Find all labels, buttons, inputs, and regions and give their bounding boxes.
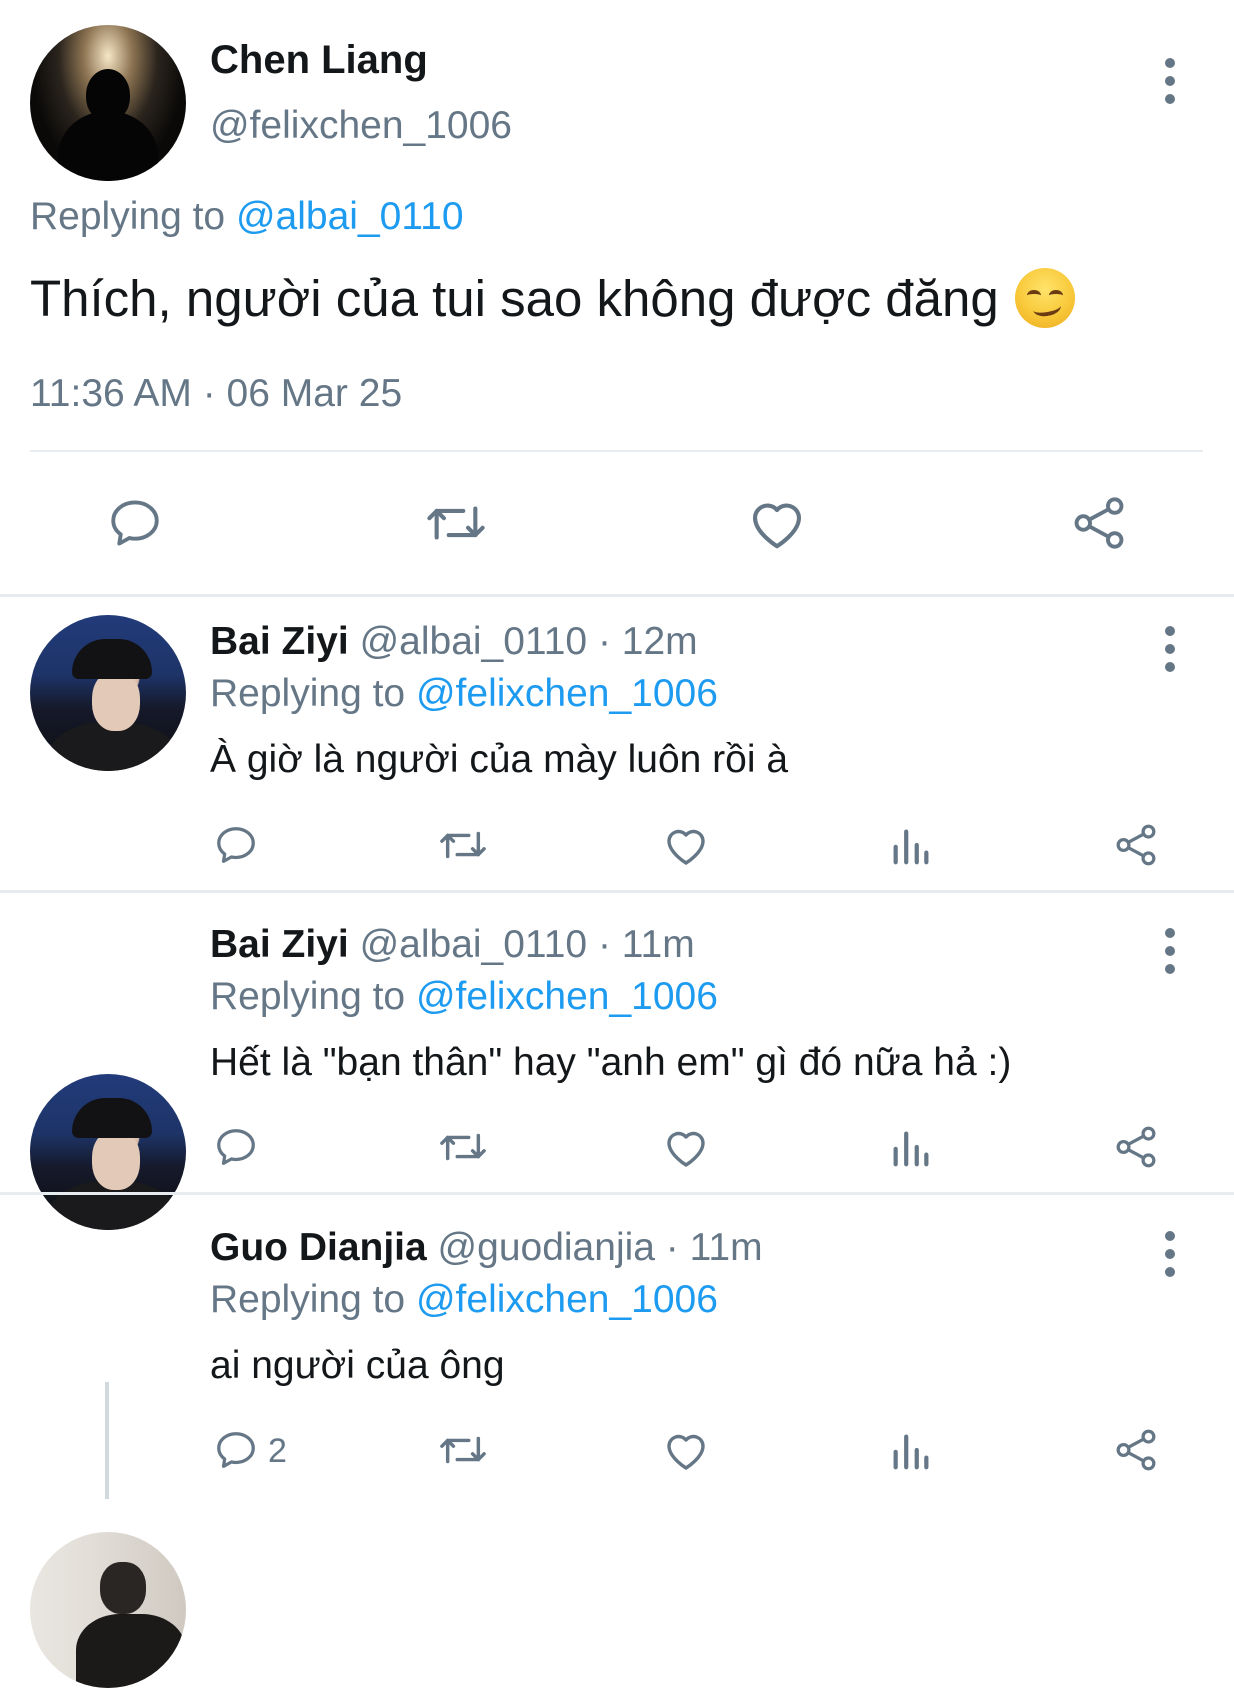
author-name[interactable]: Chen Liang xyxy=(210,38,428,83)
replying-to-mention[interactable]: @felixchen_1006 xyxy=(416,975,718,1018)
share-icon[interactable] xyxy=(1112,1427,1160,1473)
analytics-icon[interactable] xyxy=(888,1427,934,1473)
tweet-timestamp: 11:36 AM · 06 Mar 25 xyxy=(30,372,403,415)
reply-text: ai người của ông xyxy=(210,1344,505,1387)
like-heart-icon[interactable] xyxy=(662,822,710,868)
reply-header: Guo Dianjia @guodianjia · 11m xyxy=(210,1226,763,1270)
reply-author-name[interactable]: Bai Ziyi xyxy=(210,923,349,966)
reply-icon[interactable] xyxy=(213,1427,259,1473)
separator xyxy=(0,1192,1234,1195)
replying-to-line: Replying to @felixchen_1006 xyxy=(210,1278,718,1322)
retweet-icon[interactable] xyxy=(422,494,490,552)
share-icon[interactable] xyxy=(1112,822,1160,868)
separator xyxy=(0,890,1234,893)
reply-text: Hết là "bạn thân" hay "anh em" gì đó nữa… xyxy=(210,1041,1012,1084)
more-options-icon[interactable] xyxy=(1164,1231,1176,1277)
like-heart-icon[interactable] xyxy=(662,1124,710,1170)
thread-connector-line xyxy=(105,1382,109,1499)
more-options-icon[interactable] xyxy=(1164,58,1176,104)
analytics-icon[interactable] xyxy=(888,822,934,868)
divider xyxy=(30,450,1203,452)
replying-to-label: Replying to xyxy=(210,975,406,1018)
replying-to-label: Replying to xyxy=(210,672,406,715)
avatar-silhouette-body xyxy=(58,111,158,181)
reply-icon[interactable] xyxy=(106,494,164,552)
reply-icon[interactable] xyxy=(213,822,259,868)
reply-author-name[interactable]: Bai Ziyi xyxy=(210,620,349,663)
reply-avatar[interactable] xyxy=(30,615,186,771)
tweet-text-content: Thích, người của tui sao không được đăng xyxy=(30,269,999,327)
reply-handle-time: @albai_0110 · 12m xyxy=(359,620,698,663)
separator xyxy=(0,594,1234,597)
replying-to-label: Replying to xyxy=(30,195,226,238)
replying-to-mention[interactable]: @felixchen_1006 xyxy=(416,1278,718,1321)
tweet-text: Thích, người của tui sao không được đăng xyxy=(30,268,1075,328)
reply-avatar[interactable] xyxy=(30,1074,186,1230)
replying-to-label: Replying to xyxy=(210,1278,406,1321)
reply-count: 2 xyxy=(268,1432,287,1470)
analytics-icon[interactable] xyxy=(888,1124,934,1170)
reply-text: À giờ là người của mày luôn rồi à xyxy=(210,738,789,781)
reply-header: Bai Ziyi @albai_0110 · 11m xyxy=(210,923,695,967)
replying-to-line: Replying to @felixchen_1006 xyxy=(210,672,718,716)
more-options-icon[interactable] xyxy=(1164,928,1176,974)
reply-handle-time: @guodianjia · 11m xyxy=(437,1226,763,1269)
replying-to-line: Replying to @albai_0110 xyxy=(30,195,464,239)
replying-to-mention[interactable]: @albai_0110 xyxy=(236,195,464,238)
share-icon[interactable] xyxy=(1112,1124,1160,1170)
replying-to-mention[interactable]: @felixchen_1006 xyxy=(416,672,718,715)
like-heart-icon[interactable] xyxy=(746,494,808,552)
reply-handle-time: @albai_0110 · 11m xyxy=(359,923,695,966)
like-heart-icon[interactable] xyxy=(662,1427,710,1473)
retweet-icon[interactable] xyxy=(436,822,490,868)
reply-header: Bai Ziyi @albai_0110 · 12m xyxy=(210,620,698,664)
share-icon[interactable] xyxy=(1068,494,1130,552)
reply-author-name[interactable]: Guo Dianjia xyxy=(210,1226,427,1269)
smirking-face-emoji-icon xyxy=(1014,268,1075,328)
author-handle[interactable]: @felixchen_1006 xyxy=(210,104,512,148)
reply-avatar[interactable] xyxy=(30,1532,186,1688)
reply-icon[interactable] xyxy=(213,1124,259,1170)
more-options-icon[interactable] xyxy=(1164,626,1176,672)
author-avatar[interactable] xyxy=(30,25,186,181)
replying-to-line: Replying to @felixchen_1006 xyxy=(210,975,718,1019)
retweet-icon[interactable] xyxy=(436,1427,490,1473)
retweet-icon[interactable] xyxy=(436,1124,490,1170)
